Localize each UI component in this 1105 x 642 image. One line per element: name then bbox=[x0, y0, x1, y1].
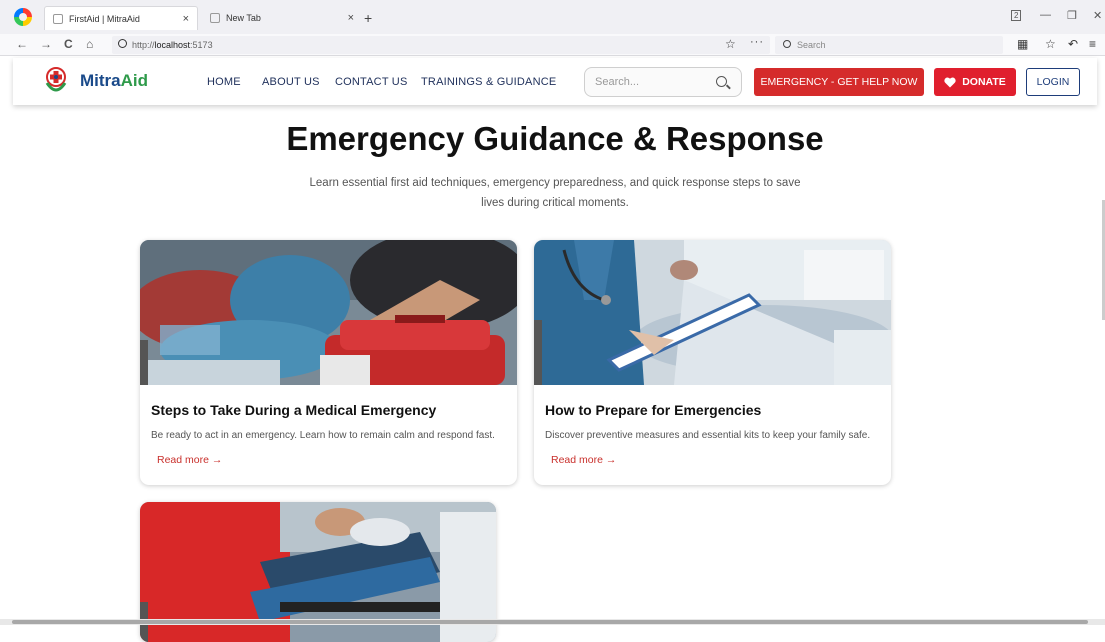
apps-grid-icon[interactable]: ▦ bbox=[1017, 37, 1028, 51]
card-title: How to Prepare for Emergencies bbox=[545, 402, 762, 418]
minimize-icon[interactable]: — bbox=[1040, 9, 1051, 21]
bookmark-star-icon[interactable]: ☆ bbox=[725, 37, 736, 51]
site-search-placeholder: Search... bbox=[595, 76, 640, 88]
back-icon[interactable]: ← bbox=[16, 37, 28, 51]
guidance-card[interactable]: Steps to Take During a Medical Emergency… bbox=[140, 240, 517, 485]
card-description: Discover preventive measures and essenti… bbox=[545, 430, 871, 441]
undo-icon[interactable]: ↶ bbox=[1068, 37, 1078, 51]
address-bar[interactable]: http://localhost:5173 bbox=[112, 36, 770, 54]
page-actions-icon[interactable]: ··· bbox=[750, 36, 764, 48]
read-more-link[interactable]: Read more → bbox=[551, 454, 616, 466]
heart-icon bbox=[944, 77, 956, 87]
donate-button[interactable]: DONATE bbox=[934, 68, 1016, 96]
tab-title: FirstAid | MitraAid bbox=[69, 13, 140, 24]
new-tab-favicon-icon bbox=[210, 13, 220, 23]
logo-aid: Aid bbox=[120, 71, 149, 90]
first-aid-kit-image bbox=[140, 240, 517, 385]
logo-mitra: Mitra bbox=[80, 71, 121, 90]
browser-search-placeholder: Search bbox=[797, 40, 826, 50]
browser-tab-bar: FirstAid | MitraAid × New Tab × + 2 — ❐ … bbox=[0, 0, 1105, 34]
close-tab-icon[interactable]: × bbox=[183, 13, 189, 25]
tab-count-badge[interactable]: 2 bbox=[1011, 10, 1022, 21]
nav-about-us[interactable]: ABOUT US bbox=[262, 76, 320, 88]
emergency-help-button[interactable]: EMERGENCY - GET HELP NOW bbox=[754, 68, 924, 96]
url-scheme: http:// bbox=[132, 40, 155, 50]
url-port: :5173 bbox=[190, 40, 213, 50]
browser-logo-icon bbox=[14, 8, 32, 26]
mitraaid-logo-icon[interactable] bbox=[44, 67, 68, 95]
forward-icon[interactable]: → bbox=[40, 37, 52, 51]
search-icon[interactable] bbox=[716, 76, 727, 87]
login-button[interactable]: LOGIN bbox=[1026, 68, 1080, 96]
close-window-icon[interactable]: ✕ bbox=[1093, 9, 1102, 22]
page-title: Emergency Guidance & Response bbox=[286, 120, 824, 157]
reload-icon[interactable]: C bbox=[64, 37, 73, 51]
page-favicon-icon bbox=[53, 13, 63, 24]
tab-mitraaid[interactable]: FirstAid | MitraAid × bbox=[44, 6, 198, 30]
close-tab-icon[interactable]: × bbox=[348, 12, 354, 24]
tab-title: New Tab bbox=[226, 13, 261, 23]
nav-trainings-guidance[interactable]: TRAININGS & GUIDANCE bbox=[421, 76, 556, 88]
favorites-icon[interactable]: ☆ bbox=[1045, 37, 1056, 51]
search-icon bbox=[118, 39, 127, 48]
browser-toolbar: ← → C ⌂ http://localhost:5173 ☆ ··· Sear… bbox=[0, 34, 1105, 56]
site-logo-text[interactable]: MitraAid bbox=[80, 71, 148, 91]
new-tab-button[interactable]: + bbox=[364, 10, 372, 26]
card-title: Steps to Take During a Medical Emergency bbox=[151, 402, 437, 418]
page-subtitle: Learn essential first aid techniques, em… bbox=[309, 177, 801, 209]
browser-search-field[interactable]: Search bbox=[775, 36, 1003, 54]
home-icon[interactable]: ⌂ bbox=[86, 37, 93, 51]
read-more-link[interactable]: Read more → bbox=[157, 454, 222, 466]
site-search-input[interactable]: Search... bbox=[584, 67, 742, 97]
site-header: MitraAid HOME ABOUT US CONTACT US TRAINI… bbox=[13, 58, 1097, 105]
url-host: localhost bbox=[154, 40, 191, 50]
donate-label: DONATE bbox=[962, 76, 1006, 88]
tab-new-tab[interactable]: New Tab × bbox=[204, 6, 360, 30]
restore-icon[interactable]: ❐ bbox=[1067, 9, 1077, 22]
doctor-clipboard-image bbox=[534, 240, 891, 385]
menu-icon[interactable]: ≡ bbox=[1089, 37, 1096, 51]
horizontal-scrollbar-thumb[interactable] bbox=[12, 620, 1088, 624]
guidance-card[interactable]: How to Prepare for Emergencies Discover … bbox=[534, 240, 891, 485]
horizontal-scrollbar[interactable] bbox=[0, 619, 1105, 625]
nav-contact-us[interactable]: CONTACT US bbox=[335, 76, 408, 88]
search-icon bbox=[783, 40, 791, 48]
nav-home[interactable]: HOME bbox=[207, 76, 241, 88]
card-description: Be ready to act in an emergency. Learn h… bbox=[151, 430, 495, 441]
